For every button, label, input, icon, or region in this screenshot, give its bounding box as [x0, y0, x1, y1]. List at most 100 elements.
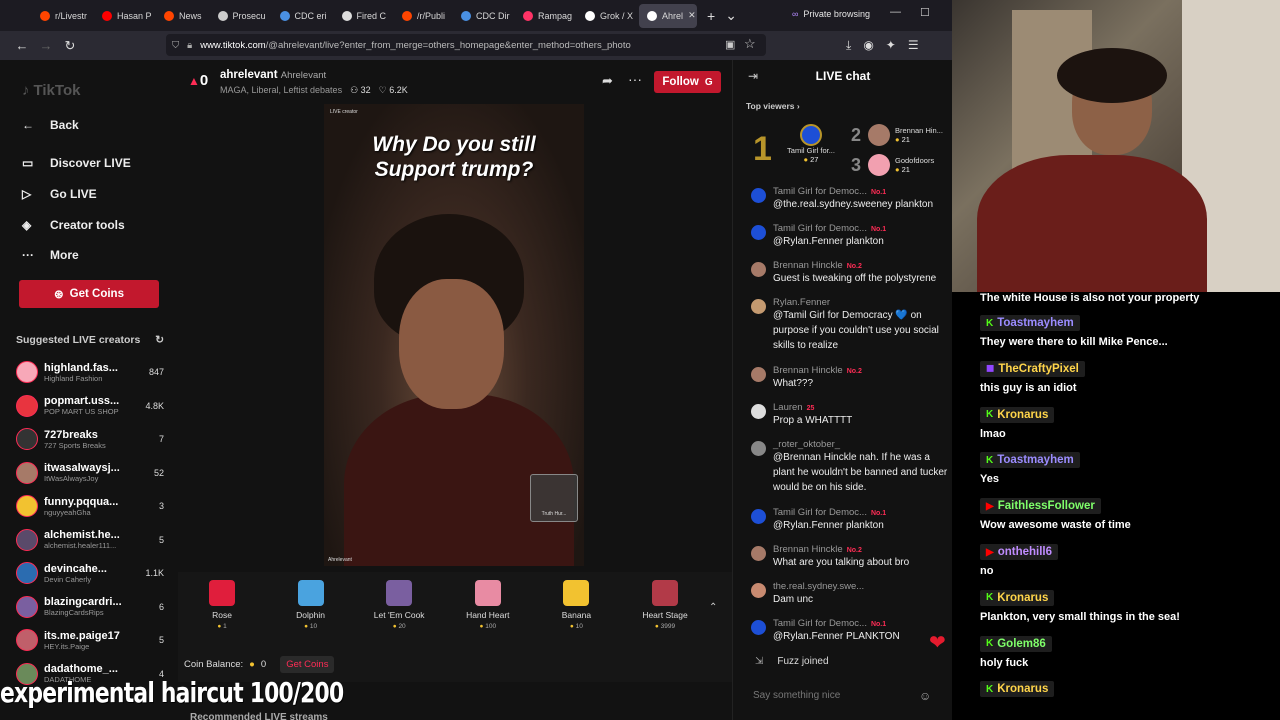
gift-item[interactable]: Hand Heart ● 100: [443, 580, 533, 630]
top-viewer-3[interactable]: 3 Godofdoors ● 21: [851, 154, 934, 176]
suggested-creator[interactable]: highland.fas... Highland Fashion 847: [16, 357, 164, 387]
minimize-icon[interactable]: —: [890, 6, 901, 18]
forward-arrow-icon[interactable]: →: [34, 38, 58, 53]
chat-username[interactable]: Tamil Girl for Democ... No.1: [773, 507, 886, 518]
avatar[interactable]: [751, 583, 766, 598]
chat-username[interactable]: Tamil Girl for Democ... No.1: [773, 223, 886, 234]
sidebar-item-discover-live[interactable]: ▭ Discover LIVE: [22, 156, 131, 170]
top-viewers-link[interactable]: Top viewers ›: [746, 101, 800, 111]
avatar[interactable]: [751, 509, 766, 524]
browser-tab[interactable]: Ahrel ✕: [639, 3, 698, 28]
avatar: [16, 428, 38, 450]
more-options-icon[interactable]: ···: [628, 71, 642, 87]
gift-item[interactable]: Rose ● 1: [177, 580, 267, 630]
browser-tab[interactable]: Prosecu: [210, 4, 272, 28]
chat-message: _roter_oktober_ @Brennan Hinckle nah. If …: [751, 439, 951, 495]
avatar[interactable]: [751, 299, 766, 314]
stream-video[interactable]: LIVE creator Why Do you still Support tr…: [324, 104, 584, 566]
avatar[interactable]: [751, 546, 766, 561]
back-arrow-icon[interactable]: ←: [10, 38, 34, 53]
chat-username[interactable]: the.real.sydney.swe...: [773, 581, 864, 592]
sidebar-item-go-live[interactable]: ▷ Go LIVE: [22, 187, 97, 201]
extensions-icon[interactable]: ✦: [886, 38, 896, 53]
gift-item[interactable]: Dolphin ● 10: [266, 580, 356, 630]
browser-tab[interactable]: r/Livestr: [32, 4, 94, 28]
reload-icon[interactable]: ↻: [58, 38, 82, 54]
avatar[interactable]: [751, 367, 766, 382]
menu-icon[interactable]: ☰: [908, 38, 919, 53]
avatar[interactable]: [751, 441, 766, 456]
chat-username[interactable]: Brennan Hinckle No.2: [773, 260, 936, 271]
browser-tab[interactable]: News: [156, 4, 210, 28]
gift-item[interactable]: Banana ● 10: [531, 580, 621, 630]
browser-tab[interactable]: Hasan P: [94, 4, 156, 28]
suggested-creator[interactable]: devincahe... Devin Caherly 1.1K: [16, 558, 164, 588]
sidebar-item-more[interactable]: ··· More: [22, 248, 79, 262]
sidebar-item-creator-tools[interactable]: ◈ Creator tools: [22, 218, 125, 232]
creator-handle: popmart.uss...: [44, 395, 120, 407]
download-icon[interactable]: ⤓: [846, 38, 851, 53]
overlay-chat-user: K Kronarus: [980, 681, 1055, 698]
close-tab-icon[interactable]: ✕: [688, 10, 696, 21]
chat-username[interactable]: _roter_oktober_: [773, 439, 951, 450]
url-bar[interactable]: ⛉ 🔒︎ www.tiktok.com/@ahrelevant/live?ent…: [166, 34, 766, 56]
tiktok-logo[interactable]: ♪ TikTok: [22, 82, 80, 99]
host-counter: 0: [199, 72, 209, 89]
browser-tab[interactable]: Rampag: [515, 4, 577, 28]
maximize-icon[interactable]: ☐: [920, 6, 930, 19]
chat-text: Dam unc: [773, 594, 814, 605]
avatar[interactable]: [751, 262, 766, 277]
refresh-icon[interactable]: ↻: [155, 334, 164, 346]
sidebar-item-back[interactable]: ← Back: [22, 118, 79, 132]
chevron-up-icon[interactable]: ⌃: [709, 602, 717, 613]
coin-icon: ●: [895, 165, 900, 174]
chat-username[interactable]: Lauren 25: [773, 402, 852, 413]
chat-username[interactable]: Tamil Girl for Democ... No.1: [773, 618, 900, 629]
account-icon[interactable]: ◉: [863, 38, 873, 53]
chat-input[interactable]: Say something nice: [753, 690, 840, 701]
tab-list-chevron-icon[interactable]: ⌄: [725, 7, 737, 24]
suggested-creator[interactable]: popmart.uss... POP MART US SHOP 4.8K: [16, 391, 164, 421]
browser-tab[interactable]: CDC eri: [272, 4, 334, 28]
get-coins-small-button[interactable]: Get Coins: [280, 656, 335, 673]
top-viewer-1[interactable]: Tamil Girl for... ● 27: [781, 124, 841, 164]
video-caption-line1: Why Do you still: [372, 133, 536, 156]
creator-name: 727 Sports Breaks: [44, 440, 106, 450]
gift-item[interactable]: Heart Stage ● 3999: [620, 580, 710, 630]
avatar: [16, 361, 38, 383]
suggested-creator[interactable]: 727breaks 727 Sports Breaks 7: [16, 424, 164, 454]
browser-tab[interactable]: Fired C: [334, 4, 395, 28]
host-avatar-counter[interactable]: ▲0: [188, 72, 208, 89]
browser-tab[interactable]: /r/Publi: [394, 4, 453, 28]
suggested-creator[interactable]: itwasalwaysj... ItWasAlwaysJoy 52: [16, 458, 164, 488]
creator-viewer-count: 6: [158, 601, 164, 612]
share-icon[interactable]: ➦: [602, 73, 613, 89]
browser-tab[interactable]: Grok / X: [577, 4, 639, 28]
heart-icon[interactable]: ❤: [929, 630, 946, 655]
suggested-creator[interactable]: blazingcardri... BlazingCardsRips 6: [16, 592, 164, 622]
avatar: [16, 629, 38, 651]
top-viewer-2[interactable]: 2 Brennan Hin... ● 21: [851, 124, 943, 146]
new-tab-icon[interactable]: +: [707, 8, 715, 24]
gift-item[interactable]: Let 'Em Cook ● 20: [354, 580, 444, 630]
avatar[interactable]: [751, 225, 766, 240]
emoji-icon[interactable]: ☺: [919, 689, 931, 703]
suggested-creator[interactable]: funny.pqqua... nguyyeahGha 3: [16, 491, 164, 521]
bookmark-star-icon[interactable]: ☆: [744, 36, 756, 52]
chat-username[interactable]: Brennan Hinckle No.2: [773, 365, 862, 376]
guest-badge[interactable]: Truth Hur...: [530, 474, 578, 522]
host-handle: ahrelevant: [220, 69, 278, 81]
browser-tab[interactable]: CDC Dir: [453, 4, 515, 28]
suggested-creator[interactable]: alchemist.he... alchemist.healer111... 5: [16, 525, 164, 555]
chat-username[interactable]: Tamil Girl for Democ... No.1: [773, 186, 933, 197]
chat-username[interactable]: Rylan.Fenner: [773, 297, 951, 308]
get-coins-button[interactable]: ⊛ Get Coins: [19, 280, 159, 308]
avatar[interactable]: [751, 620, 766, 635]
host-name[interactable]: ahrelevant Ahrelevant: [220, 69, 326, 81]
suggested-creator[interactable]: its.me.paige17 HEY.its.Paige 5: [16, 625, 164, 655]
chat-username[interactable]: Brennan Hinckle No.2: [773, 544, 909, 555]
follow-button[interactable]: Follow G: [654, 71, 721, 93]
avatar[interactable]: [751, 404, 766, 419]
picture-icon[interactable]: ▣: [725, 38, 735, 51]
avatar[interactable]: [751, 188, 766, 203]
